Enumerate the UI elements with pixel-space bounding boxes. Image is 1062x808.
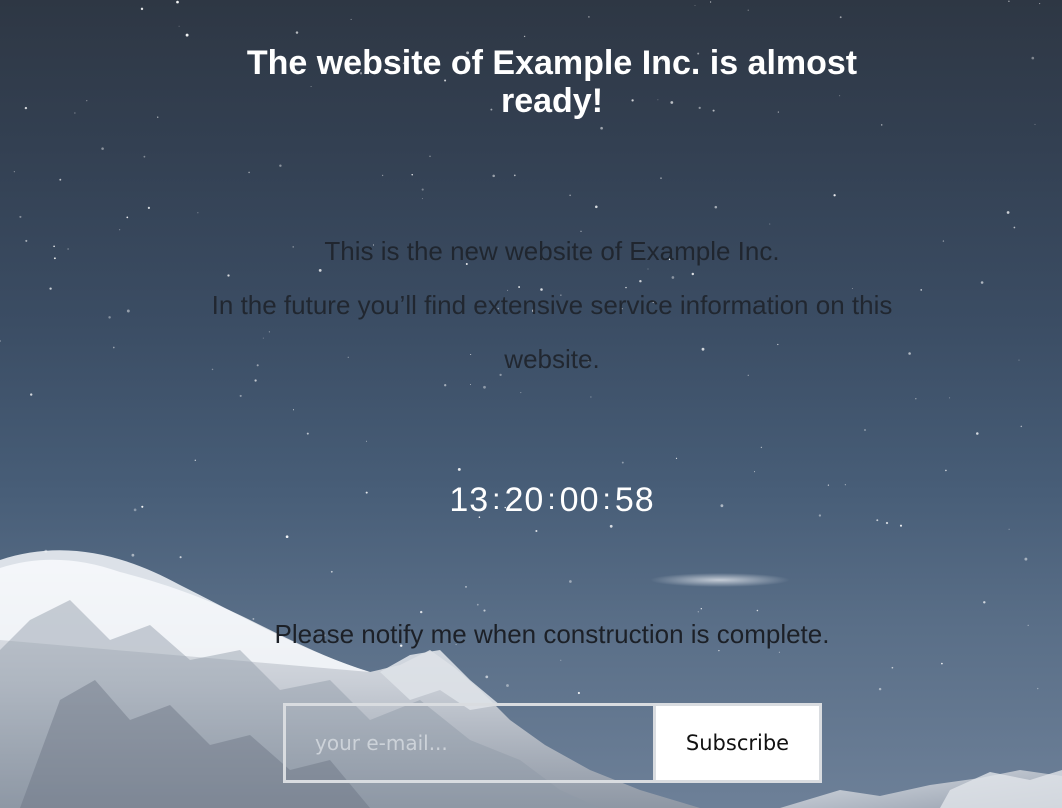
countdown-seconds: 58 <box>614 481 655 519</box>
page-content: The website of Example Inc. is almost re… <box>0 0 1062 808</box>
countdown-minutes: 00 <box>559 481 600 519</box>
email-input[interactable] <box>283 703 653 783</box>
countdown-separator: : <box>602 483 612 516</box>
countdown-hours: 20 <box>504 481 545 519</box>
notify-text: Please notify me when construction is co… <box>274 619 830 649</box>
countdown-timer: 13:20:00:58 <box>381 478 723 524</box>
intro-line-2: In the future you’ll find extensive serv… <box>211 290 893 374</box>
subscribe-button[interactable]: Subscribe <box>653 703 822 783</box>
page-headline: The website of Example Inc. is almost re… <box>246 44 858 120</box>
countdown-separator: : <box>547 483 557 516</box>
subscribe-form: Subscribe <box>283 703 822 783</box>
countdown-separator: : <box>492 483 502 516</box>
intro-line-1: This is the new website of Example Inc. <box>324 236 780 266</box>
countdown-days: 13 <box>449 481 490 519</box>
intro-text: This is the new website of Example Inc. … <box>181 224 923 386</box>
